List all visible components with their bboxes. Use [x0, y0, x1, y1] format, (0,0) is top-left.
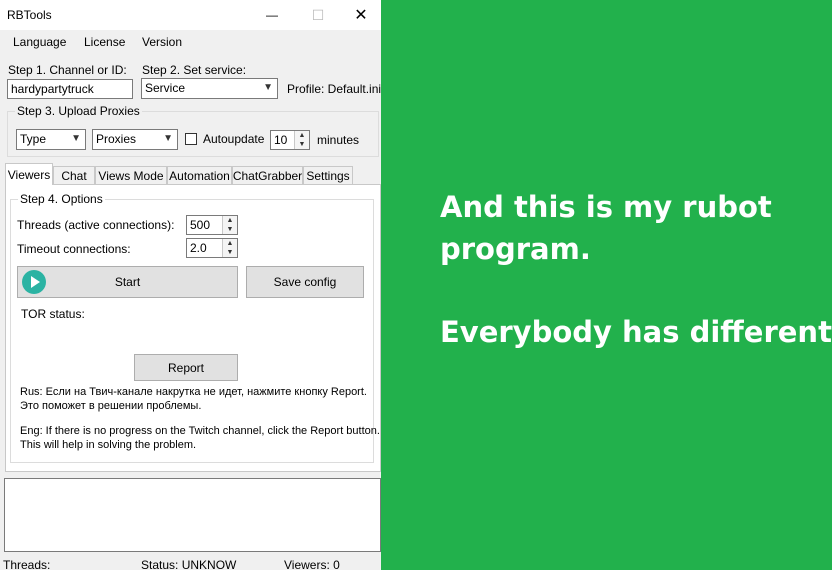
- title-bar: RBTools — ☐ ✕: [0, 0, 381, 30]
- stepper-down-icon[interactable]: ▼: [223, 248, 237, 257]
- tab-chat[interactable]: Chat: [53, 166, 95, 184]
- rus-info-line1: Rus: Если на Твич-канале накрутка не иде…: [20, 386, 367, 398]
- chevron-down-icon: ▼: [163, 133, 173, 144]
- step4-title: Step 4. Options: [18, 192, 105, 206]
- chevron-down-icon: ▼: [71, 133, 81, 144]
- caption-line1: And this is my rubot: [440, 190, 772, 224]
- status-state: Status: UNKNOW: [141, 558, 237, 570]
- service-select-value: Service: [145, 81, 186, 95]
- stepper-down-icon[interactable]: ▼: [223, 225, 237, 234]
- step2-label: Step 2. Set service:: [142, 63, 247, 77]
- tor-status-label: TOR status:: [21, 307, 85, 321]
- autoupdate-label: Autoupdate: [203, 132, 265, 146]
- service-select[interactable]: Service ▼: [141, 78, 278, 99]
- proxies-select[interactable]: Proxies ▼: [92, 129, 178, 150]
- maximize-button[interactable]: ☐: [295, 0, 341, 30]
- tab-views-mode[interactable]: Views Mode: [95, 166, 167, 184]
- report-button[interactable]: Report: [134, 354, 238, 381]
- menu-version[interactable]: Version: [142, 35, 182, 49]
- step3-title: Step 3. Upload Proxies: [15, 104, 142, 118]
- minimize-button[interactable]: —: [249, 0, 295, 30]
- stepper-down-icon[interactable]: ▼: [295, 140, 309, 149]
- profile-label: Profile: Default.ini: [287, 82, 381, 96]
- rus-info-line2: Это поможет в решении проблемы.: [20, 400, 202, 412]
- threads-value: 500: [190, 218, 211, 232]
- timeout-label: Timeout connections:: [17, 242, 131, 256]
- caption-panel: [381, 0, 832, 570]
- minutes-stepper[interactable]: 10 ▲ ▼: [270, 130, 310, 150]
- status-viewers: Viewers: 0: [284, 558, 340, 570]
- minimize-icon: —: [266, 8, 278, 22]
- tab-viewers[interactable]: Viewers: [5, 163, 53, 185]
- eng-info-line2: This will help in solving the problem.: [20, 439, 197, 451]
- menu-language[interactable]: Language: [13, 35, 66, 49]
- start-button[interactable]: Start: [17, 266, 238, 298]
- eng-info-line1: Eng: If there is no progress on the Twit…: [20, 425, 380, 437]
- caption-line3: Everybody has different?: [440, 315, 832, 349]
- type-select[interactable]: Type ▼: [16, 129, 86, 150]
- log-textarea[interactable]: [4, 478, 381, 552]
- autoupdate-checkbox[interactable]: [185, 133, 197, 145]
- step1-label: Step 1. Channel or ID:: [8, 63, 127, 77]
- maximize-icon: ☐: [311, 6, 325, 23]
- report-button-label: Report: [167, 360, 205, 375]
- proxies-select-value: Proxies: [96, 132, 137, 146]
- menu-license[interactable]: License: [84, 35, 125, 49]
- window-title: RBTools: [7, 8, 52, 22]
- tab-automation[interactable]: Automation: [167, 166, 232, 184]
- save-config-label: Save config: [273, 275, 337, 289]
- close-button[interactable]: ✕: [341, 0, 381, 30]
- close-icon: ✕: [354, 7, 368, 24]
- channel-input[interactable]: [7, 79, 133, 99]
- tab-chatgrabber[interactable]: ChatGrabber: [232, 166, 303, 184]
- threads-stepper[interactable]: 500 ▲ ▼: [186, 215, 238, 235]
- minutes-label: minutes: [317, 133, 360, 147]
- play-icon: [22, 270, 46, 294]
- timeout-value: 2.0: [190, 241, 207, 255]
- app-window: RBTools — ☐ ✕ Language License Version S…: [0, 0, 381, 570]
- timeout-stepper[interactable]: 2.0 ▲ ▼: [186, 238, 238, 258]
- start-button-label: Start: [114, 275, 141, 289]
- status-threads: Threads:: [3, 558, 51, 570]
- type-select-value: Type: [20, 132, 47, 146]
- save-config-button[interactable]: Save config: [246, 266, 364, 298]
- tab-settings[interactable]: Settings: [303, 166, 353, 184]
- minutes-value: 10: [274, 133, 288, 147]
- threads-label: Threads (active connections):: [17, 218, 175, 232]
- caption-line2: program.: [440, 232, 591, 266]
- chevron-down-icon: ▼: [263, 82, 273, 93]
